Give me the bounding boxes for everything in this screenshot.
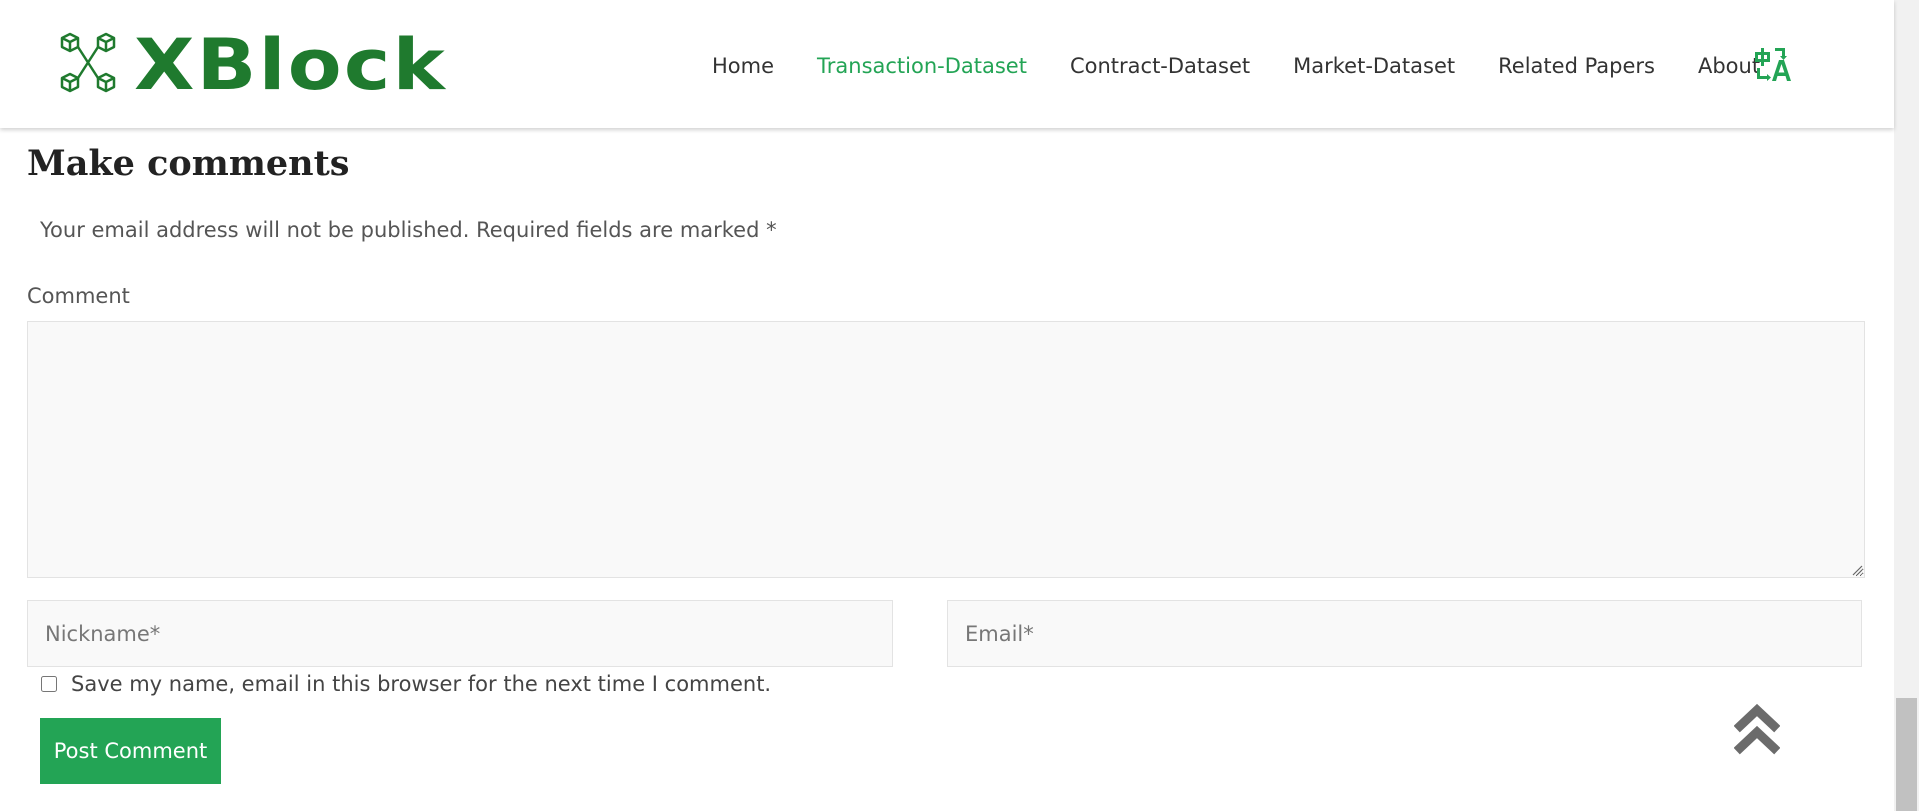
nav-home[interactable]: Home [712,50,774,82]
blockchain-cubes-icon [60,32,116,93]
required-fields-notice: Your email address will not be published… [40,218,777,242]
scrollbar-thumb[interactable] [1896,698,1917,811]
nav-contract-dataset[interactable]: Contract-Dataset [1070,50,1250,82]
scrollbar-track[interactable] [1894,0,1919,811]
email-field[interactable] [947,600,1862,667]
translate-icon[interactable] [1753,46,1793,84]
site-logo[interactable]: XBlock [52,30,445,100]
main-nav: Home Transaction-Dataset Contract-Datase… [712,50,1803,82]
comment-label: Comment [27,284,130,308]
comment-textarea[interactable] [27,321,1865,578]
double-chevron-up-icon[interactable] [1734,702,1780,756]
nav-related-papers[interactable]: Related Papers [1498,50,1655,82]
nickname-field[interactable] [27,600,893,667]
save-info-label: Save my name, email in this browser for … [71,672,772,696]
site-header: XBlock Home Transaction-Dataset Contract… [0,0,1894,128]
page-title: Make comments [27,143,350,184]
post-comment-button[interactable]: Post Comment [40,718,221,784]
save-info-option[interactable]: Save my name, email in this browser for … [39,672,771,696]
nav-about[interactable]: About [1698,50,1760,82]
logo-text: XBlock [134,24,448,106]
save-info-checkbox[interactable] [41,676,57,692]
nav-market-dataset[interactable]: Market-Dataset [1293,50,1455,82]
nav-transaction-dataset[interactable]: Transaction-Dataset [817,50,1027,82]
